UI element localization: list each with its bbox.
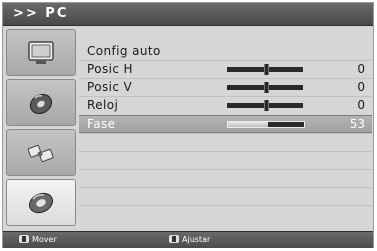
- row-divider: [79, 187, 372, 188]
- menu-item-reloj[interactable]: Reloj 0: [79, 97, 372, 114]
- slider-fill: [228, 122, 269, 127]
- title-bar: >> PC: [3, 3, 373, 26]
- footer-hint-bar: Mover Ajustar: [3, 231, 373, 248]
- reloj-slider[interactable]: [227, 100, 303, 111]
- satellite-icon: [27, 144, 54, 162]
- slider-thumb[interactable]: [264, 100, 269, 111]
- menu-item-value: 0: [357, 62, 365, 76]
- menu-item-label: Config auto: [87, 44, 161, 58]
- hint-move: Mover: [19, 234, 57, 246]
- fase-slider[interactable]: [227, 121, 305, 128]
- hint-label: Mover: [32, 235, 57, 244]
- menu-title: >> PC: [13, 6, 69, 21]
- hint-label: Ajustar: [182, 235, 211, 244]
- menu-item-config-auto[interactable]: Config auto: [79, 43, 372, 60]
- row-divider: [79, 169, 372, 170]
- posic-h-slider[interactable]: [227, 64, 303, 75]
- row-divider: [79, 133, 372, 134]
- menu-item-label: Posic H: [87, 62, 133, 76]
- hint-adjust: Ajustar: [169, 234, 210, 246]
- menu-item-value: 53: [349, 117, 365, 131]
- posic-v-slider[interactable]: [227, 82, 303, 93]
- monitor-icon: [28, 41, 54, 64]
- tab-sound[interactable]: [6, 79, 76, 126]
- tab-picture[interactable]: [6, 29, 76, 76]
- tab-setup[interactable]: [6, 179, 76, 226]
- menu-item-label: Posic V: [87, 80, 133, 94]
- settings-disc-icon: [28, 192, 54, 214]
- sound-disc-icon: [29, 93, 53, 115]
- row-divider: [79, 151, 372, 152]
- slider-thumb[interactable]: [264, 82, 269, 93]
- menu-item-fase[interactable]: Fase 53: [79, 115, 372, 133]
- menu-item-value: 0: [357, 80, 365, 94]
- menu-item-value: 0: [357, 98, 365, 112]
- row-divider: [79, 205, 372, 206]
- menu-item-label: Fase: [87, 117, 116, 131]
- tab-channel[interactable]: [6, 129, 76, 176]
- up-down-key-icon: [19, 235, 29, 243]
- slider-thumb[interactable]: [264, 64, 269, 75]
- menu-item-posic-v[interactable]: Posic V 0: [79, 79, 372, 96]
- category-sidebar: [6, 29, 76, 227]
- left-right-key-icon: [169, 235, 179, 243]
- menu-item-label: Reloj: [87, 98, 119, 112]
- pc-menu-list: Config auto Posic H 0 Posic V 0 Reloj 0: [79, 43, 373, 227]
- pc-settings-panel: >> PC Config auto Posic H 0 Posic V 0 Re…: [2, 2, 374, 248]
- menu-item-posic-h[interactable]: Posic H 0: [79, 61, 372, 78]
